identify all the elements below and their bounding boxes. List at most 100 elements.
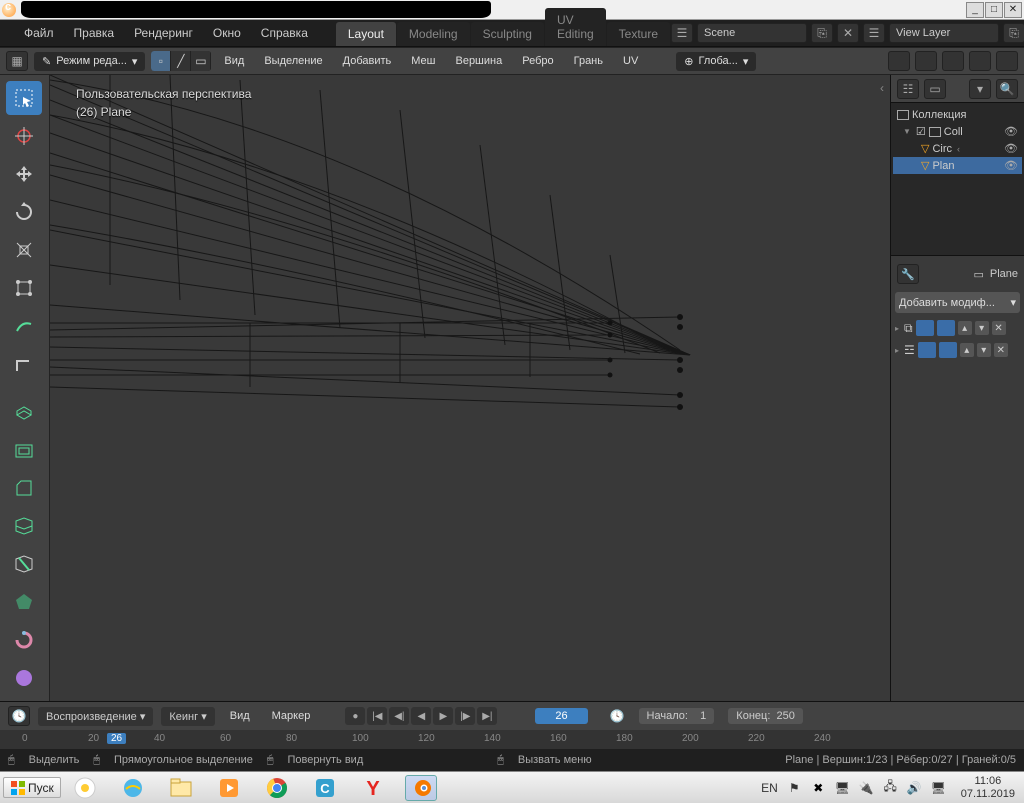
modifier-delete[interactable]: ✕	[992, 321, 1006, 335]
modifier-row-2[interactable]: ▸☲ ▴ ▾ ✕	[895, 339, 1020, 361]
orientation-dropdown[interactable]: ⊕Глоба...▾	[676, 52, 756, 71]
taskbar-blender-icon[interactable]	[405, 775, 437, 801]
taskbar-app-c-icon[interactable]: C	[309, 775, 341, 801]
tool-transform[interactable]	[6, 271, 42, 305]
modifier-toggle-viewport[interactable]	[937, 320, 955, 336]
modifier-toggle-render[interactable]	[918, 342, 936, 358]
edge-select-button[interactable]: ╱	[171, 51, 191, 71]
timeline-view-menu[interactable]: Вид	[223, 707, 257, 725]
autokey-button[interactable]: ●	[345, 707, 365, 725]
viewport-collapse-button[interactable]: ‹	[880, 81, 884, 95]
menu-edit[interactable]: Правка	[64, 23, 125, 43]
modifier-row-1[interactable]: ▸⧉ ▴ ▾ ✕	[895, 317, 1020, 339]
viewlayer-name-field[interactable]: View Layer	[889, 23, 999, 43]
tool-extrude[interactable]	[6, 395, 42, 429]
end-frame-field[interactable]: Конец: 250	[728, 708, 803, 724]
window-maximize-button[interactable]: □	[985, 2, 1003, 18]
layer-new-button[interactable]: ⎘	[1003, 23, 1024, 43]
language-indicator[interactable]: EN	[761, 781, 778, 795]
proportional-button[interactable]	[942, 51, 964, 71]
taskbar-explorer-icon[interactable]	[165, 775, 197, 801]
taskbar-wmplayer-icon[interactable]	[213, 775, 245, 801]
playback-dropdown[interactable]: Воспроизведение ▾	[38, 707, 153, 726]
submenu-edge[interactable]: Ребро	[515, 52, 560, 70]
play-button[interactable]: ▶	[433, 707, 453, 725]
scene-new-button[interactable]: ⎘	[811, 23, 833, 43]
tab-modeling[interactable]: Modeling	[397, 22, 470, 46]
modifier-move-down[interactable]: ▾	[977, 343, 991, 357]
scene-name-field[interactable]: Scene	[697, 23, 807, 43]
menu-render[interactable]: Рендеринг	[124, 23, 203, 43]
tool-annotate[interactable]	[6, 309, 42, 343]
submenu-view[interactable]: Вид	[217, 52, 251, 70]
mode-dropdown[interactable]: ✎Режим реда...▾	[34, 52, 145, 71]
outliner-scene-collection[interactable]: Коллекция	[893, 107, 1022, 123]
jump-end-button[interactable]: ▶|	[477, 707, 497, 725]
tool-bevel[interactable]	[6, 471, 42, 505]
window-minimize-button[interactable]: _	[966, 2, 984, 18]
tray-icon[interactable]: 🖥	[931, 780, 946, 795]
submenu-vertex[interactable]: Вершина	[448, 52, 509, 70]
submenu-select[interactable]: Выделение	[257, 52, 329, 70]
menu-window[interactable]: Окно	[203, 23, 251, 43]
viewport-3d[interactable]: Пользовательская перспектива (26) Plane …	[50, 75, 890, 701]
tool-loopcut[interactable]	[6, 509, 42, 543]
tray-icon[interactable]: ⚑	[787, 780, 802, 795]
keyframe-next-button[interactable]: |▶	[455, 707, 475, 725]
modifier-move-up[interactable]: ▴	[960, 343, 974, 357]
shading-solid-button[interactable]	[996, 51, 1018, 71]
submenu-uv[interactable]: UV	[616, 52, 645, 70]
outliner-filter-button[interactable]: ▾	[969, 79, 991, 99]
submenu-face[interactable]: Грань	[567, 52, 610, 70]
menu-help[interactable]: Справка	[251, 23, 318, 43]
tray-network-icon[interactable]: 🖧	[883, 780, 898, 795]
vertex-select-button[interactable]: ▫	[151, 51, 171, 71]
submenu-mesh[interactable]: Меш	[404, 52, 442, 70]
layer-browse-button[interactable]: ☰	[863, 23, 885, 43]
modifier-delete[interactable]: ✕	[994, 343, 1008, 357]
keyframe-prev-button[interactable]: ◀|	[389, 707, 409, 725]
outliner-type-button[interactable]: ☷	[897, 79, 919, 99]
outliner-item-plane[interactable]: ▽Plan👁	[893, 157, 1022, 174]
jump-start-button[interactable]: |◀	[367, 707, 387, 725]
timeline-ruler[interactable]: 0 20 26 40 60 80 100 120 140 160 180 200…	[0, 730, 1024, 749]
face-select-button[interactable]: ▭	[191, 51, 211, 71]
tool-polybuild[interactable]	[6, 585, 42, 619]
tray-volume-icon[interactable]: 🔊	[907, 780, 922, 795]
taskbar-ie-icon[interactable]	[117, 775, 149, 801]
tool-select-box[interactable]	[6, 81, 42, 115]
tool-inset[interactable]	[6, 433, 42, 467]
props-type-button[interactable]: 🔧	[897, 264, 919, 284]
tool-spin[interactable]	[6, 623, 42, 657]
play-reverse-button[interactable]: ◀	[411, 707, 431, 725]
modifier-toggle-viewport[interactable]	[939, 342, 957, 358]
window-close-button[interactable]: ✕	[1004, 2, 1022, 18]
tool-smooth[interactable]	[6, 661, 42, 695]
taskbar-yandex-icon[interactable]	[69, 775, 101, 801]
shading-wireframe-button[interactable]	[969, 51, 991, 71]
start-button[interactable]: Пуск	[3, 777, 61, 798]
menu-file[interactable]: Файл	[14, 23, 64, 43]
taskbar-yandex-y-icon[interactable]: Y	[357, 775, 389, 801]
tray-icon[interactable]: ✖	[811, 780, 826, 795]
tool-move[interactable]	[6, 157, 42, 191]
scene-browse-button[interactable]: ☰	[671, 23, 693, 43]
tool-scale[interactable]	[6, 233, 42, 267]
editor-type-button[interactable]: ▦	[6, 51, 28, 71]
outliner-collection[interactable]: ▼☑Coll👁	[893, 123, 1022, 140]
outliner-item-circle[interactable]: ▽Circ‹👁	[893, 140, 1022, 157]
start-frame-field[interactable]: Начало: 1	[639, 708, 715, 724]
modifier-move-up[interactable]: ▴	[958, 321, 972, 335]
snap-button[interactable]	[915, 51, 937, 71]
tool-measure[interactable]	[6, 347, 42, 381]
add-modifier-button[interactable]: Добавить модиф...▾	[895, 292, 1020, 313]
tray-clock[interactable]: 11:06 07.11.2019	[955, 775, 1021, 801]
timeline-type-button[interactable]: 🕓	[8, 706, 30, 726]
modifier-toggle-render[interactable]	[916, 320, 934, 336]
modifier-move-down[interactable]: ▾	[975, 321, 989, 335]
submenu-add[interactable]: Добавить	[336, 52, 399, 70]
current-frame-marker[interactable]: 26	[107, 733, 126, 744]
current-frame-field[interactable]: 26	[535, 708, 587, 724]
outliner-search-button[interactable]: 🔍	[996, 79, 1018, 99]
tray-icon[interactable]: 🖥	[835, 780, 850, 795]
